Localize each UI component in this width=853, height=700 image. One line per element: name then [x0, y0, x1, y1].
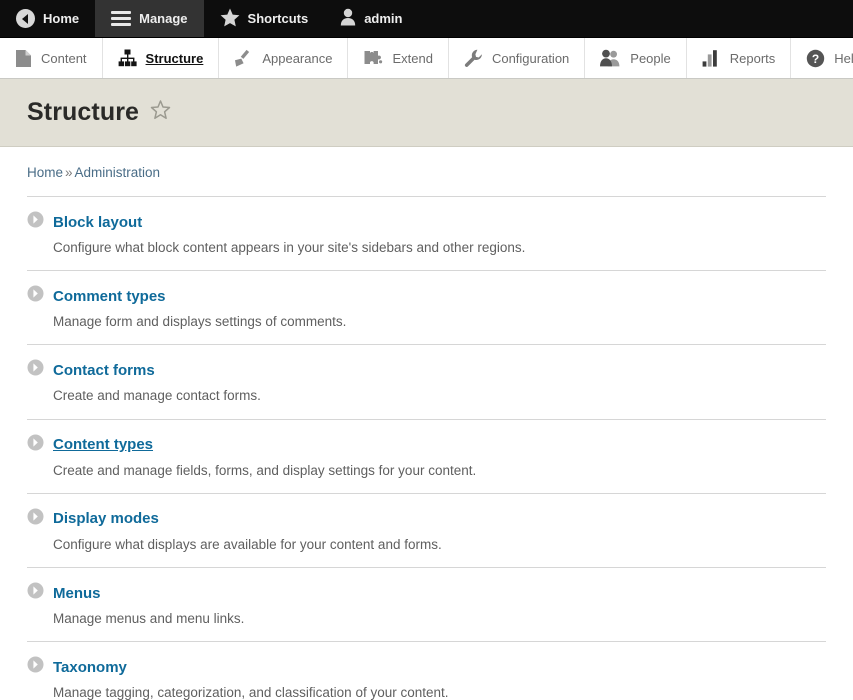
sitemap-icon [118, 49, 137, 67]
list-item[interactable]: Content types Create and manage fields, … [27, 419, 826, 493]
admin-tab-label: Shortcuts [248, 11, 309, 26]
list-item[interactable]: Display modes Configure what displays ar… [27, 493, 826, 567]
list-item-header: Contact forms [27, 359, 826, 381]
list-item-link[interactable]: Menus [53, 585, 101, 602]
home-back-icon [16, 9, 35, 28]
nav-item-help[interactable]: ? Help [791, 38, 853, 78]
user-icon [340, 8, 356, 29]
nav-item-label: People [630, 51, 670, 66]
list-item-link[interactable]: Comment types [53, 288, 166, 305]
list-item-header: Taxonomy [27, 656, 826, 678]
nav-item-people[interactable]: People [585, 38, 686, 78]
breadcrumb-link-home[interactable]: Home [27, 165, 63, 180]
list-item-header: Content types [27, 434, 826, 456]
nav-item-label: Extend [392, 51, 432, 66]
nav-item-appearance[interactable]: Appearance [219, 38, 348, 78]
breadcrumb-separator: » [65, 165, 73, 180]
nav-item-content[interactable]: Content [0, 38, 103, 78]
list-item-link[interactable]: Contact forms [53, 362, 155, 379]
admin-tab-home[interactable]: Home [0, 0, 95, 37]
nav-item-label: Reports [730, 51, 776, 66]
list-item-description: Manage menus and menu links. [53, 610, 826, 628]
list-item-link[interactable]: Display modes [53, 510, 159, 527]
question-mark-icon: ? [806, 49, 825, 68]
page-title-band: Structure [0, 79, 853, 147]
nav-item-label: Help [834, 51, 853, 66]
admin-nav-bar: Content Structure Appearance [0, 38, 853, 79]
breadcrumb-link-administration[interactable]: Administration [75, 165, 161, 180]
nav-item-label: Appearance [262, 51, 332, 66]
list-item[interactable]: Menus Manage menus and menu links. [27, 567, 826, 641]
paintbrush-icon [234, 49, 253, 68]
list-item-header: Display modes [27, 508, 826, 530]
chevron-right-circle-icon [27, 508, 44, 530]
puzzle-piece-icon [363, 49, 383, 68]
nav-item-label: Structure [146, 51, 204, 66]
list-item-description: Manage tagging, categorization, and clas… [53, 684, 826, 700]
main-content: Home»Administration Block layout Configu… [0, 147, 853, 700]
list-item[interactable]: Comment types Manage form and displays s… [27, 270, 826, 344]
chevron-right-circle-icon [27, 211, 44, 233]
nav-item-structure[interactable]: Structure [103, 38, 220, 78]
list-item[interactable]: Taxonomy Manage tagging, categorization,… [27, 641, 826, 700]
list-item[interactable]: Block layout Configure what block conten… [27, 196, 826, 270]
nav-item-configuration[interactable]: Configuration [449, 38, 585, 78]
list-item-link[interactable]: Taxonomy [53, 659, 127, 676]
list-item-description: Create and manage fields, forms, and dis… [53, 462, 826, 480]
chevron-right-circle-icon [27, 656, 44, 678]
admin-toolbar: Home Manage Shortcuts admin [0, 0, 853, 38]
star-outline-icon[interactable] [150, 100, 171, 125]
list-item-description: Create and manage contact forms. [53, 387, 826, 405]
document-icon [15, 49, 32, 68]
chevron-right-circle-icon [27, 434, 44, 456]
hamburger-icon [111, 11, 131, 26]
nav-item-label: Configuration [492, 51, 569, 66]
admin-block-list: Block layout Configure what block conten… [27, 196, 826, 700]
list-item-header: Menus [27, 582, 826, 604]
star-icon [220, 8, 240, 30]
nav-item-reports[interactable]: Reports [687, 38, 792, 78]
list-item-description: Configure what block content appears in … [53, 239, 826, 257]
list-item-description: Manage form and displays settings of com… [53, 313, 826, 331]
page-title: Structure [27, 98, 139, 127]
list-item-description: Configure what displays are available fo… [53, 536, 826, 554]
admin-tab-manage[interactable]: Manage [95, 0, 203, 37]
admin-tab-user[interactable]: admin [324, 0, 418, 37]
bar-chart-icon [702, 49, 721, 67]
chevron-right-circle-icon [27, 582, 44, 604]
list-item-header: Comment types [27, 285, 826, 307]
admin-tab-label: Manage [139, 11, 187, 26]
nav-item-label: Content [41, 51, 87, 66]
admin-tab-label: Home [43, 11, 79, 26]
list-item[interactable]: Contact forms Create and manage contact … [27, 344, 826, 418]
admin-tab-label: admin [364, 11, 402, 26]
svg-text:?: ? [812, 52, 819, 66]
admin-tab-shortcuts[interactable]: Shortcuts [204, 0, 325, 37]
chevron-right-circle-icon [27, 285, 44, 307]
list-item-header: Block layout [27, 211, 826, 233]
chevron-right-circle-icon [27, 359, 44, 381]
breadcrumb: Home»Administration [27, 147, 826, 196]
nav-item-extend[interactable]: Extend [348, 38, 448, 78]
list-item-link[interactable]: Block layout [53, 214, 142, 231]
people-icon [600, 49, 621, 67]
list-item-link[interactable]: Content types [53, 436, 153, 453]
wrench-icon [464, 49, 483, 68]
